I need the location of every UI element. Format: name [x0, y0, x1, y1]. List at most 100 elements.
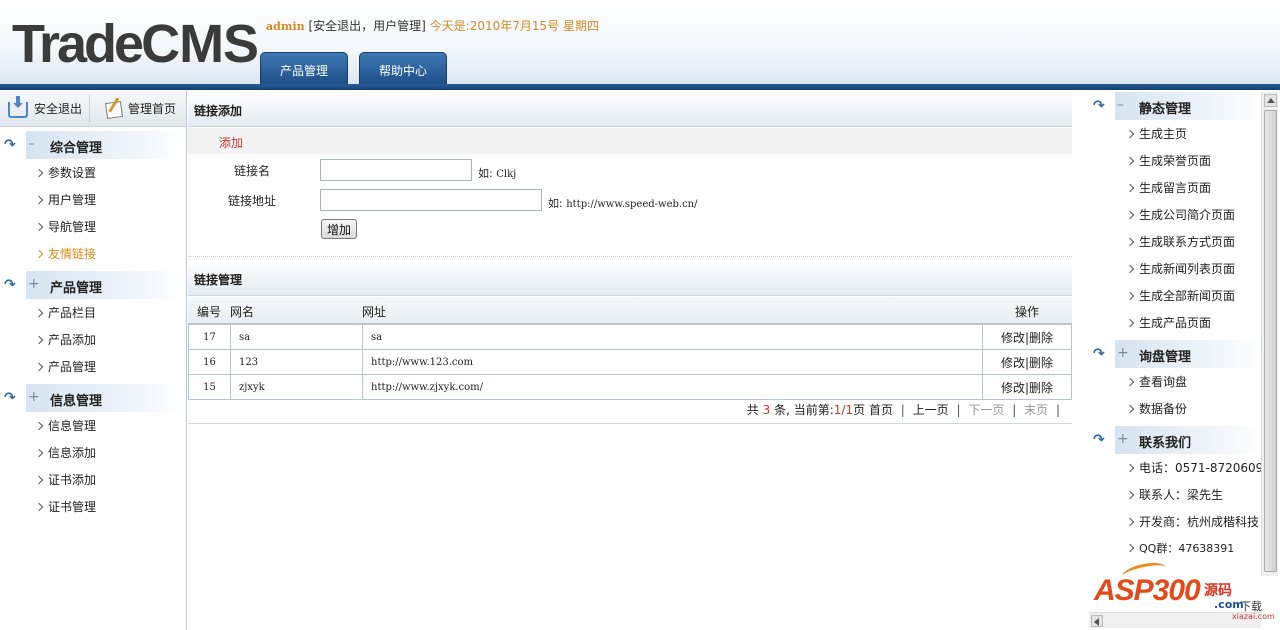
sidebar-item-gen-products[interactable]: 生成产品页面 — [1125, 313, 1211, 333]
toolbar-divider — [89, 95, 90, 123]
chevron-right-icon — [1125, 490, 1135, 500]
username: admin — [266, 20, 305, 33]
sidebar-item-gen-contact[interactable]: 生成联系方式页面 — [1125, 232, 1235, 252]
left-toolbar: 安全退出 管理首页 — [0, 91, 186, 127]
sidebar-item-users[interactable]: 用户管理 — [34, 190, 96, 210]
sidebar-item-product-manage[interactable]: 产品管理 — [34, 357, 96, 377]
curve-arrow-icon: ↷ — [4, 277, 16, 293]
chevron-right-icon — [1125, 210, 1135, 220]
links-table: 17 sa sa 修改|删除 16 123 http://www.123.com… — [188, 324, 1072, 400]
pager-divider — [188, 423, 1072, 424]
chevron-right-icon — [1125, 517, 1135, 527]
link-url-input[interactable] — [320, 189, 542, 211]
sidebar-item-certificate-manage[interactable]: 证书管理 — [34, 497, 96, 517]
chevron-right-icon — [1125, 543, 1135, 553]
chevron-right-icon — [1125, 291, 1135, 301]
chevron-right-icon — [1125, 183, 1135, 193]
download-icon — [8, 95, 28, 118]
next-page-link[interactable]: 下一页 — [968, 403, 1004, 417]
section-title: 链接管理 — [194, 273, 243, 287]
user-links[interactable]: [安全退出，用户管理] — [308, 19, 425, 33]
right-sidebar: ↷ – 静态管理 生成主页 生成荣誉页面 生成留言页面 生成公司简介页面 生成联… — [1089, 91, 1280, 630]
vertical-scrollbar[interactable] — [1261, 92, 1278, 576]
sidebar-group-title: 产品管理 — [50, 281, 103, 296]
edit-delete-links[interactable]: 修改|删除 — [982, 374, 1072, 400]
curve-arrow-icon: ↷ — [4, 137, 16, 153]
chevron-right-icon — [34, 195, 44, 205]
admin-home-button[interactable]: 管理首页 — [104, 91, 176, 127]
scroll-up-icon[interactable] — [1264, 94, 1277, 107]
main-content: 链接添加 添加 链接名 如: Clkj 链接地址 如: http://www.s… — [188, 91, 1072, 630]
section-header-link-add: 链接添加 — [188, 91, 1072, 127]
chevron-right-icon — [34, 421, 44, 431]
sidebar-group-title: 静态管理 — [1139, 102, 1192, 117]
cell-id: 17 — [188, 324, 231, 350]
sidebar-group-products[interactable]: ↷ + 产品管理 — [0, 271, 186, 299]
link-name-label: 链接名 — [234, 164, 271, 178]
sidebar-item-info-manage[interactable]: 信息管理 — [34, 416, 96, 436]
logout-button[interactable]: 安全退出 — [8, 91, 82, 127]
table-row: 17 sa sa 修改|删除 — [188, 324, 1072, 350]
sidebar-item-gen-about[interactable]: 生成公司简介页面 — [1125, 205, 1235, 225]
sidebar-group-static[interactable]: ↷ – 静态管理 — [1089, 92, 1261, 120]
tab-product-management[interactable]: 产品管理 — [260, 52, 348, 86]
add-tab[interactable]: 添加 — [219, 134, 243, 151]
expand-icon: + — [28, 389, 40, 405]
section-header-link-manage: 链接管理 — [188, 260, 1072, 296]
chevron-right-icon — [1125, 237, 1135, 247]
table-row: 15 zjxyk http://www.zjxyk.com/ 修改|删除 — [188, 374, 1072, 400]
sidebar-item-product-add[interactable]: 产品添加 — [34, 330, 96, 350]
chevron-right-icon — [34, 502, 44, 512]
section-title: 链接添加 — [194, 104, 243, 118]
link-name-hint: 如: Clkj — [478, 167, 517, 180]
first-page-link[interactable]: 首页 — [869, 403, 893, 417]
last-page-link[interactable]: 末页 — [1024, 403, 1048, 417]
sidebar-item-parameters[interactable]: 参数设置 — [34, 163, 96, 183]
sidebar-item-product-categories[interactable]: 产品栏目 — [34, 303, 96, 323]
chevron-right-icon — [34, 168, 44, 178]
contact-phone: 电话：0571-87206097 — [1125, 458, 1271, 478]
sidebar-item-gen-honor[interactable]: 生成荣誉页面 — [1125, 151, 1211, 171]
chevron-right-icon — [34, 448, 44, 458]
left-sidebar: 安全退出 管理首页 ↷ – 综合管理 参数设置 用户管理 导航管理 友情链接 ↷… — [0, 91, 187, 630]
links-table-header: 编号 网名 网址 操作 — [188, 297, 1072, 324]
edit-delete-links[interactable]: 修改|删除 — [982, 324, 1072, 350]
section-divider — [188, 256, 1072, 257]
chevron-right-icon — [1125, 264, 1135, 274]
chevron-right-icon — [34, 362, 44, 372]
scroll-thumb[interactable] — [1264, 110, 1277, 572]
sidebar-item-friend-links[interactable]: 友情链接 — [34, 244, 96, 264]
sidebar-item-gen-home[interactable]: 生成主页 — [1125, 124, 1187, 144]
link-url-label: 链接地址 — [228, 194, 277, 208]
sidebar-group-inquiry[interactable]: ↷ + 询盘管理 — [1089, 340, 1261, 368]
column-header-url: 网址 — [362, 305, 387, 319]
sidebar-group-title: 综合管理 — [50, 141, 103, 156]
sidebar-item-backup[interactable]: 数据备份 — [1125, 399, 1187, 419]
asp300-watermark-logo: ASP300 源码 .com 下载 xiazai.com — [1092, 559, 1275, 621]
contact-developer: 开发商：杭州成楷科技 — [1125, 512, 1259, 532]
column-header-name: 网名 — [230, 305, 255, 319]
total-count: 3 — [762, 403, 771, 417]
tab-help-center[interactable]: 帮助中心 — [359, 52, 447, 86]
sidebar-item-info-add[interactable]: 信息添加 — [34, 443, 96, 463]
sidebar-item-certificate-add[interactable]: 证书添加 — [34, 470, 96, 490]
sidebar-item-gen-news-list[interactable]: 生成新闻列表页面 — [1125, 259, 1235, 279]
cell-id: 16 — [188, 349, 231, 375]
add-link-button[interactable]: 增加 — [321, 219, 358, 239]
sidebar-item-navigation[interactable]: 导航管理 — [34, 217, 96, 237]
curve-arrow-icon: ↷ — [1093, 98, 1105, 114]
edit-delete-links[interactable]: 修改|删除 — [982, 349, 1072, 375]
prev-page-link[interactable]: 上一页 — [913, 403, 949, 417]
curve-arrow-icon: ↷ — [1093, 432, 1105, 448]
link-name-input[interactable] — [320, 159, 472, 181]
cell-url: sa — [362, 324, 983, 350]
sidebar-item-gen-message[interactable]: 生成留言页面 — [1125, 178, 1211, 198]
sidebar-group-title: 信息管理 — [50, 394, 103, 409]
sidebar-group-info[interactable]: ↷ + 信息管理 — [0, 384, 186, 412]
sidebar-item-gen-all-news[interactable]: 生成全部新闻页面 — [1125, 286, 1235, 306]
chevron-right-icon — [1125, 129, 1135, 139]
sidebar-item-view-inquiry[interactable]: 查看询盘 — [1125, 372, 1187, 392]
edit-icon — [104, 100, 124, 119]
sidebar-group-general[interactable]: ↷ – 综合管理 — [0, 131, 186, 159]
sidebar-group-contact[interactable]: ↷ + 联系我们 — [1089, 426, 1261, 454]
